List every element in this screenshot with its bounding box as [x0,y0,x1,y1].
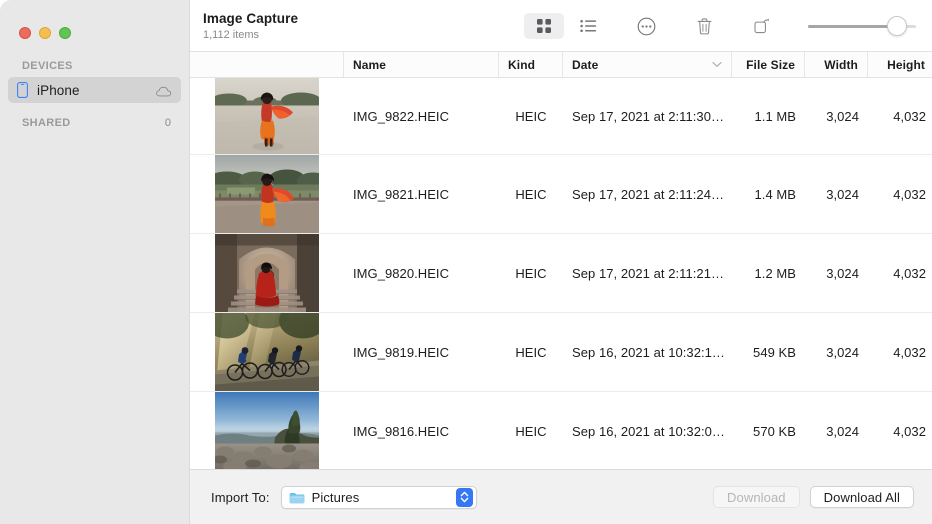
close-window-button[interactable] [19,27,31,39]
cell-thumbnail [190,234,344,312]
list-icon [580,18,597,34]
cell-date: Sep 17, 2021 at 2:11:30… [563,78,732,154]
cell-height: 4,032 [868,234,932,312]
ellipsis-circle-icon [637,17,656,36]
sidebar-shared-count-badge: 0 [165,117,171,129]
cell-width: 3,024 [805,234,868,312]
thumbnail-image [215,155,319,233]
cell-thumbnail [190,313,344,391]
delete-button[interactable] [684,13,724,39]
grid-view-button[interactable] [524,13,564,39]
maximize-window-button[interactable] [59,27,71,39]
cloud-icon [156,85,172,96]
cell-file-size: 1.2 MB [732,234,805,312]
cell-kind: HEIC [499,155,563,233]
cell-height: 4,032 [868,155,932,233]
cell-date: Sep 16, 2021 at 10:32:0… [563,392,732,469]
file-list[interactable]: IMG_9822.HEIC HEIC Sep 17, 2021 at 2:11:… [190,78,932,469]
window-controls [0,0,189,46]
slider-fill [808,25,897,28]
column-header-date-label: Date [572,58,598,72]
column-header-kind[interactable]: Kind [499,52,563,77]
cell-thumbnail [190,78,344,154]
cell-name: IMG_9821.HEIC [344,155,499,233]
sidebar-section-devices-label: DEVICES [0,46,189,77]
iphone-icon [17,82,28,98]
cell-height: 4,032 [868,78,932,154]
cell-width: 3,024 [805,78,868,154]
more-options-button[interactable] [626,13,666,39]
bottom-bar: Import To: Pictures [190,469,932,524]
column-header-thumbnail[interactable] [190,52,344,77]
cell-width: 3,024 [805,155,868,233]
thumbnail-image [215,313,319,391]
column-header-date[interactable]: Date [563,52,732,77]
list-view-button[interactable] [568,13,608,39]
table-row[interactable]: IMG_9822.HEIC HEIC Sep 17, 2021 at 2:11:… [190,78,932,155]
cell-thumbnail [190,155,344,233]
cell-name: IMG_9816.HEIC [344,392,499,469]
popup-stepper-chevrons[interactable] [456,488,473,507]
table-row[interactable]: IMG_9821.HEIC HEIC Sep 17, 2021 at 2:11:… [190,155,932,234]
item-count-label: 1,112 items [203,28,298,42]
cell-thumbnail [190,392,344,469]
thumbnail-size-slider[interactable] [808,13,916,39]
cell-date: Sep 16, 2021 at 10:32:1… [563,313,732,391]
import-destination-popup[interactable]: Pictures [281,486,477,509]
download-all-button[interactable]: Download All [810,486,914,508]
window-title: Image Capture [203,11,298,27]
cell-file-size: 1.4 MB [732,155,805,233]
column-header-file-size[interactable]: File Size [732,52,805,77]
sidebar-item-label: iPhone [37,83,147,98]
thumbnail-image [215,392,319,469]
toolbar-actions [524,13,918,39]
thumbnail-image [215,234,319,312]
cell-date: Sep 17, 2021 at 2:11:21… [563,234,732,312]
sidebar-section-shared-label: SHARED [22,117,71,129]
trash-icon [696,17,713,36]
cell-width: 3,024 [805,313,868,391]
sidebar-item-iphone[interactable]: iPhone [8,77,181,103]
table-row[interactable]: IMG_9816.HEIC HEIC Sep 16, 2021 at 10:32… [190,392,932,469]
grid-icon [536,18,552,34]
title-block: Image Capture 1,112 items [203,11,298,42]
image-capture-window: DEVICES iPhone SHARED 0 Im [0,0,932,524]
cell-file-size: 549 KB [732,313,805,391]
cell-kind: HEIC [499,234,563,312]
cell-file-size: 570 KB [732,392,805,469]
download-actions: Download Download All [713,486,914,508]
cell-height: 4,032 [868,313,932,391]
toolbar: Image Capture 1,112 items [190,0,932,52]
rotate-button[interactable] [742,13,782,39]
column-header-name[interactable]: Name [344,52,499,77]
import-to-label: Import To: [211,490,270,505]
cell-height: 4,032 [868,392,932,469]
table-row[interactable]: IMG_9819.HEIC HEIC Sep 16, 2021 at 10:32… [190,313,932,392]
cell-width: 3,024 [805,392,868,469]
cell-file-size: 1.1 MB [732,78,805,154]
cell-name: IMG_9819.HEIC [344,313,499,391]
cell-date: Sep 17, 2021 at 2:11:24… [563,155,732,233]
cell-kind: HEIC [499,313,563,391]
folder-icon [289,491,305,504]
sidebar-section-shared: SHARED 0 [0,103,189,134]
cell-kind: HEIC [499,78,563,154]
import-destination-value: Pictures [312,490,449,505]
minimize-window-button[interactable] [39,27,51,39]
table-column-headers: Name Kind Date File Size Width Height [190,52,932,78]
cell-kind: HEIC [499,392,563,469]
column-header-height[interactable]: Height [868,52,932,77]
cell-name: IMG_9820.HEIC [344,234,499,312]
main-content: Image Capture 1,112 items [190,0,932,524]
thumbnail-image [215,78,319,154]
cell-name: IMG_9822.HEIC [344,78,499,154]
rotate-icon [753,17,772,35]
column-header-width[interactable]: Width [805,52,868,77]
slider-thumb[interactable] [887,16,907,36]
chevron-down-icon [712,61,722,68]
download-button[interactable]: Download [713,486,800,508]
sidebar: DEVICES iPhone SHARED 0 [0,0,190,524]
table-row[interactable]: IMG_9820.HEIC HEIC Sep 17, 2021 at 2:11:… [190,234,932,313]
